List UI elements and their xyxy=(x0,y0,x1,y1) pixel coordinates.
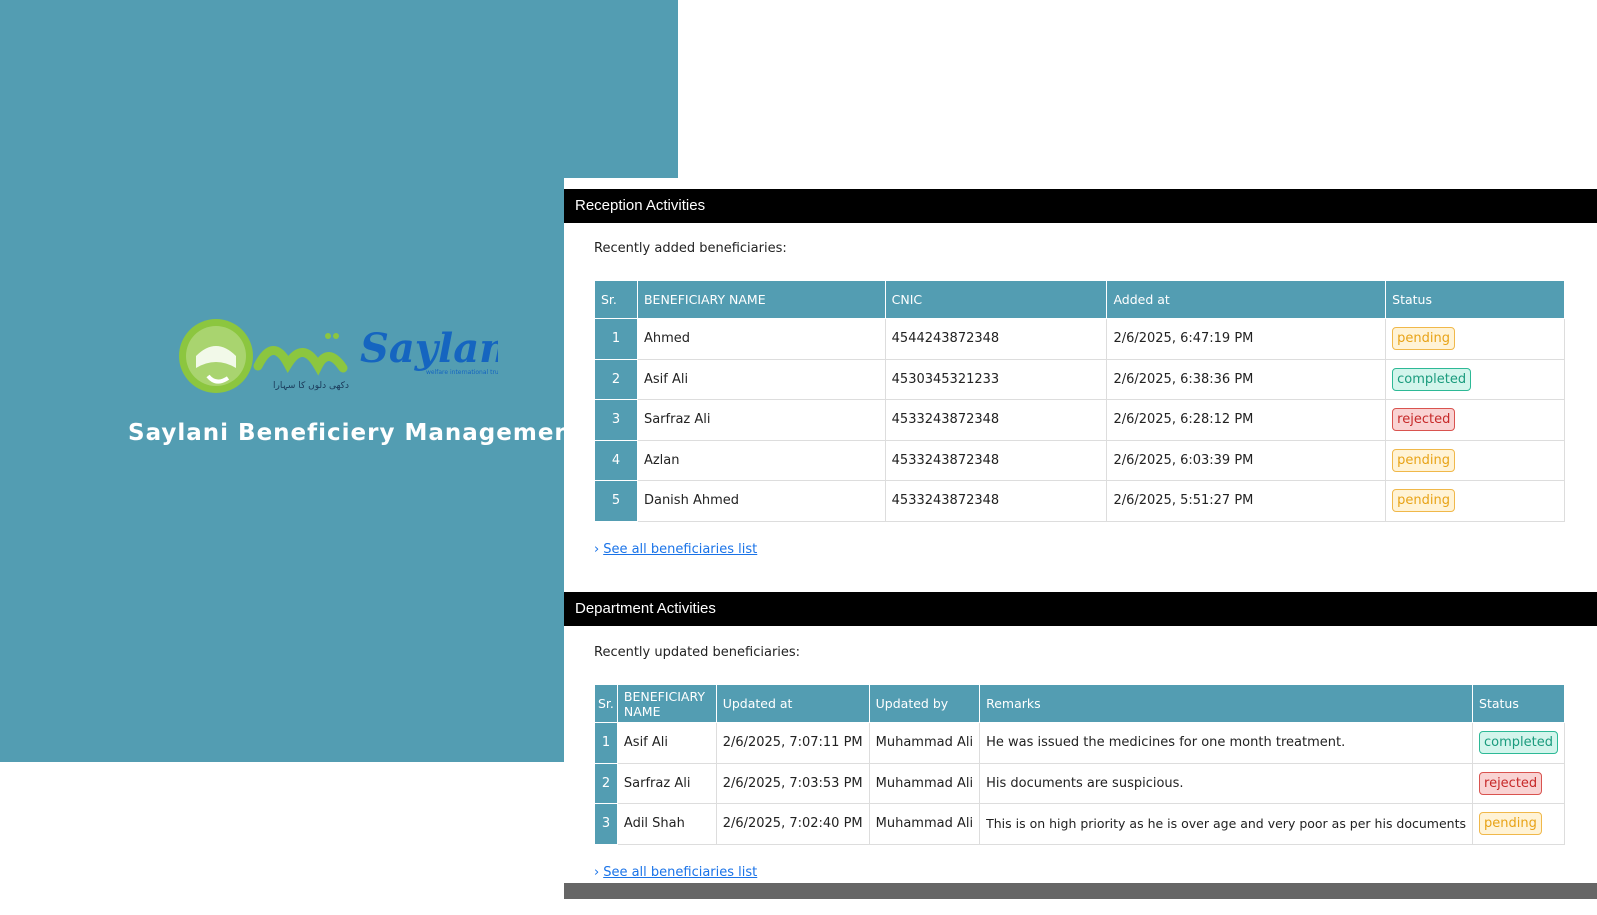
col-status: Status xyxy=(1472,684,1565,723)
department-table: Sr. BENEFICIARY NAME Updated at Updated … xyxy=(594,684,1565,845)
col-updated-by: Updated by xyxy=(868,684,981,723)
activities-card: Reception Activities Recently added bene… xyxy=(564,178,1597,884)
status-badge: pending xyxy=(1392,327,1456,351)
status-badge: completed xyxy=(1479,731,1558,755)
chevron-right-icon: › xyxy=(594,865,600,880)
saylani-logo: Saylani welfare international trust دکھی… xyxy=(178,316,498,396)
table-row[interactable]: 3 Adil Shah 2/6/2025, 7:02:40 PM Muhamma… xyxy=(594,803,1565,845)
col-cnic: CNIC xyxy=(884,280,1108,319)
see-all-beneficiaries-link[interactable]: See all beneficiaries list xyxy=(603,542,757,557)
row-name: Asif Ali xyxy=(636,358,886,400)
department-see-all: › See all beneficiaries list xyxy=(594,865,757,880)
row-updated-by: Muhammad Ali xyxy=(868,722,981,764)
row-name: Asif Ali xyxy=(616,722,717,764)
col-added-at: Added at xyxy=(1106,280,1387,319)
col-sr: Sr. xyxy=(594,684,618,723)
col-status: Status xyxy=(1385,280,1565,319)
row-sr: 3 xyxy=(594,803,618,845)
row-remarks: His documents are suspicious. xyxy=(979,762,1474,804)
row-added-at: 2/6/2025, 5:51:27 PM xyxy=(1106,480,1387,522)
row-remarks: This is on high priority as he is over a… xyxy=(979,803,1474,845)
reception-see-all: › See all beneficiaries list xyxy=(594,542,757,557)
row-name: Adil Shah xyxy=(616,803,717,845)
row-sr: 2 xyxy=(594,358,638,400)
row-name: Sarfraz Ali xyxy=(616,762,717,804)
row-cnic: 4533243872348 xyxy=(884,399,1108,441)
row-status-cell: completed xyxy=(1385,358,1565,400)
table-row[interactable]: 2 Sarfraz Ali 2/6/2025, 7:03:53 PM Muham… xyxy=(594,762,1565,804)
reception-activities-header: Reception Activities xyxy=(564,189,1597,223)
row-sr: 1 xyxy=(594,722,618,764)
svg-text:welfare international trust: welfare international trust xyxy=(426,369,498,376)
col-beneficiary-name: BENEFICIARY NAME xyxy=(636,280,886,319)
department-activities-header: Department Activities xyxy=(564,592,1597,626)
col-remarks: Remarks xyxy=(979,684,1474,723)
table-row[interactable]: 4 Azlan 4533243872348 2/6/2025, 6:03:39 … xyxy=(594,439,1565,481)
svg-text:دکھی دلوں کا سہارا: دکھی دلوں کا سہارا xyxy=(273,381,349,391)
row-added-at: 2/6/2025, 6:03:39 PM xyxy=(1106,439,1387,481)
row-updated-by: Muhammad Ali xyxy=(868,803,981,845)
row-remarks: He was issued the medicines for one mont… xyxy=(979,722,1474,764)
row-sr: 1 xyxy=(594,318,638,360)
row-cnic: 4544243872348 xyxy=(884,318,1108,360)
table-row[interactable]: 3 Sarfraz Ali 4533243872348 2/6/2025, 6:… xyxy=(594,399,1565,441)
row-cnic: 4533243872348 xyxy=(884,480,1108,522)
row-name: Azlan xyxy=(636,439,886,481)
row-status-cell: completed xyxy=(1472,722,1565,764)
row-added-at: 2/6/2025, 6:38:36 PM xyxy=(1106,358,1387,400)
row-name: Danish Ahmed xyxy=(636,480,886,522)
table-row[interactable]: 2 Asif Ali 4530345321233 2/6/2025, 6:38:… xyxy=(594,358,1565,400)
see-all-beneficiaries-link[interactable]: See all beneficiaries list xyxy=(603,865,757,880)
row-sr: 3 xyxy=(594,399,638,441)
col-sr: Sr. xyxy=(594,280,638,319)
row-status-cell: pending xyxy=(1385,480,1565,522)
col-updated-at: Updated at xyxy=(715,684,870,723)
table-header-row: Sr. BENEFICIARY NAME Updated at Updated … xyxy=(594,684,1565,723)
row-status-cell: rejected xyxy=(1472,762,1565,804)
row-updated-at: 2/6/2025, 7:03:53 PM xyxy=(715,762,870,804)
reception-table: Sr. BENEFICIARY NAME CNIC Added at Statu… xyxy=(594,280,1565,522)
row-cnic: 4533243872348 xyxy=(884,439,1108,481)
row-status-cell: pending xyxy=(1385,318,1565,360)
table-row[interactable]: 5 Danish Ahmed 4533243872348 2/6/2025, 5… xyxy=(594,480,1565,522)
row-name: Sarfraz Ali xyxy=(636,399,886,441)
row-updated-at: 2/6/2025, 7:07:11 PM xyxy=(715,722,870,764)
status-badge: rejected xyxy=(1479,771,1543,795)
status-badge: rejected xyxy=(1392,408,1456,432)
status-badge: pending xyxy=(1392,489,1456,513)
row-updated-at: 2/6/2025, 7:02:40 PM xyxy=(715,803,870,845)
row-cnic: 4530345321233 xyxy=(884,358,1108,400)
status-badge: pending xyxy=(1479,812,1542,836)
row-sr: 2 xyxy=(594,762,618,804)
status-badge: completed xyxy=(1392,367,1472,391)
status-badge: pending xyxy=(1392,448,1456,472)
department-subtitle: Recently updated beneficiaries: xyxy=(594,645,801,660)
row-sr: 5 xyxy=(594,480,638,522)
table-row[interactable]: 1 Asif Ali 2/6/2025, 7:07:11 PM Muhammad… xyxy=(594,722,1565,764)
app-title: Saylani Beneficiery Management xyxy=(128,420,584,446)
row-sr: 4 xyxy=(594,439,638,481)
row-added-at: 2/6/2025, 6:47:19 PM xyxy=(1106,318,1387,360)
row-updated-by: Muhammad Ali xyxy=(868,762,981,804)
row-status-cell: pending xyxy=(1472,803,1565,845)
table-row[interactable]: 1 Ahmed 4544243872348 2/6/2025, 6:47:19 … xyxy=(594,318,1565,360)
row-added-at: 2/6/2025, 6:28:12 PM xyxy=(1106,399,1387,441)
reception-subtitle: Recently added beneficiaries: xyxy=(594,241,787,256)
row-status-cell: rejected xyxy=(1385,399,1565,441)
horizontal-scrollbar[interactable] xyxy=(564,883,1597,899)
col-beneficiary-name: BENEFICIARY NAME xyxy=(616,684,717,723)
table-header-row: Sr. BENEFICIARY NAME CNIC Added at Statu… xyxy=(594,280,1565,319)
chevron-right-icon: › xyxy=(594,542,600,557)
row-name: Ahmed xyxy=(636,318,886,360)
saylani-logo-icon: Saylani welfare international trust دکھی… xyxy=(179,319,498,393)
svg-text:Saylani: Saylani xyxy=(360,325,498,372)
row-status-cell: pending xyxy=(1385,439,1565,481)
